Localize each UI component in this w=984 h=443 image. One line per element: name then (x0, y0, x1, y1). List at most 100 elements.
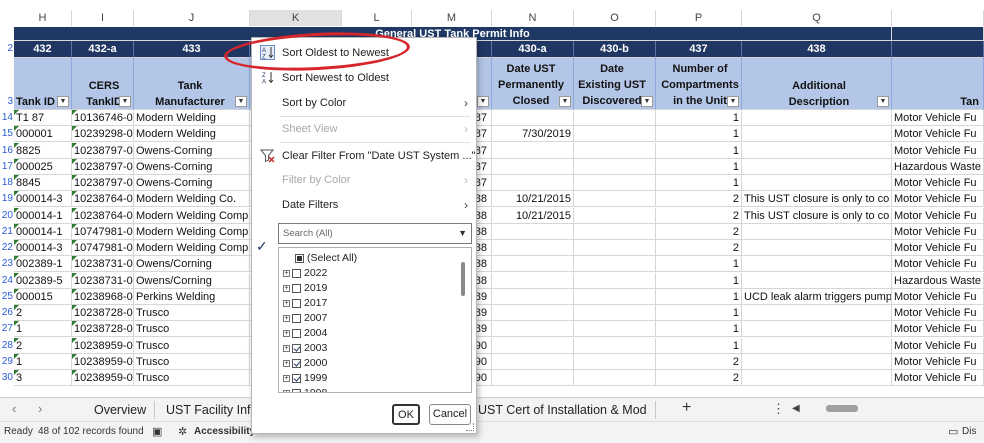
table-cell-use[interactable]: Motor Vehicle Fu (892, 240, 984, 256)
checkbox[interactable] (292, 313, 301, 323)
filter-list-item[interactable]: +2004 (283, 326, 327, 341)
cancel-button[interactable]: Cancel (429, 404, 471, 425)
expand-icon[interactable]: + (283, 284, 290, 292)
table-cell-closed[interactable] (492, 305, 574, 321)
filter-value-list[interactable]: (Select All) +2022 +2019 +2017 +2007 +2004 +20… (278, 247, 472, 393)
column-header-l[interactable]: L (342, 10, 412, 26)
table-cell-cers[interactable]: 10238959-0 (72, 353, 134, 370)
table-cell-tank-id[interactable]: 1 (14, 321, 72, 338)
table-cell-use[interactable]: Motor Vehicle Fu (892, 321, 984, 338)
filter-list-item[interactable]: +1998 (283, 386, 327, 392)
table-cell-comp[interactable]: 1 (656, 305, 742, 321)
more-options-icon[interactable]: ⋮ (772, 401, 785, 417)
checkbox[interactable] (292, 283, 301, 293)
table-cell-cers[interactable]: 10238764-0 (72, 207, 134, 224)
table-cell-closed[interactable] (492, 240, 574, 256)
table-cell-mfr[interactable]: Modern Welding (134, 126, 250, 143)
expand-icon[interactable]: + (283, 329, 290, 337)
tab-ust-cert-installation[interactable]: UST Cert of Installation & Mod (470, 401, 656, 419)
table-cell-existing[interactable] (574, 288, 656, 305)
column-header-j[interactable]: J (134, 10, 250, 26)
expand-icon[interactable]: + (283, 269, 290, 277)
table-cell-closed[interactable] (492, 370, 574, 386)
filter-dropdown-button[interactable]: ▼ (877, 96, 889, 107)
column-header-r[interactable] (892, 10, 984, 26)
table-cell-tank-id[interactable]: 8845 (14, 175, 72, 191)
table-cell-mfr[interactable]: Trusco (134, 353, 250, 370)
table-cell-closed[interactable] (492, 272, 574, 289)
table-cell-closed[interactable] (492, 110, 574, 126)
checkbox[interactable] (292, 388, 301, 392)
status-accessibility[interactable]: Accessibility: (194, 426, 258, 437)
table-cell-comp[interactable]: 1 (656, 110, 742, 126)
column-header-m[interactable]: M (412, 10, 492, 26)
table-cell-comp[interactable]: 1 (656, 321, 742, 338)
table-cell-comp[interactable]: 2 (656, 353, 742, 370)
table-cell-closed[interactable] (492, 175, 574, 191)
filter-list-item[interactable]: +2017 (283, 296, 327, 311)
table-cell-use[interactable]: Motor Vehicle Fu (892, 110, 984, 126)
table-cell-comp[interactable]: 2 (656, 223, 742, 240)
status-display[interactable]: Dis (962, 426, 976, 437)
checkbox[interactable] (292, 358, 301, 368)
table-cell-existing[interactable] (574, 223, 656, 240)
table-cell-use[interactable]: Motor Vehicle Fu (892, 207, 984, 224)
column-header-o[interactable]: O (574, 10, 656, 26)
table-cell-mfr[interactable]: Owens-Corning (134, 175, 250, 191)
table-cell-existing[interactable] (574, 142, 656, 159)
filter-list-item[interactable]: +2003 (283, 341, 327, 356)
filter-list-item[interactable]: +1999 (283, 371, 327, 386)
table-cell-mfr[interactable]: Perkins Welding (134, 288, 250, 305)
row-number[interactable]: 16 (0, 142, 14, 159)
table-cell-comp[interactable]: 1 (656, 272, 742, 289)
table-cell-closed[interactable] (492, 142, 574, 159)
table-cell-use[interactable]: Motor Vehicle Fu (892, 305, 984, 321)
table-cell-tank-id[interactable]: 000001 (14, 126, 72, 143)
table-cell-closed[interactable]: 10/21/2015 (492, 207, 574, 224)
filter-dropdown-button[interactable]: ▼ (641, 96, 653, 107)
column-header-k[interactable]: K (250, 10, 342, 26)
table-cell-desc[interactable] (742, 337, 892, 354)
table-cell-use[interactable]: Motor Vehicle Fu (892, 126, 984, 143)
display-settings-icon[interactable]: ▭ (948, 425, 958, 438)
expand-icon[interactable]: + (283, 389, 290, 392)
row-number[interactable]: 23 (0, 256, 14, 273)
filter-list-item[interactable]: +2019 (283, 281, 327, 296)
table-cell-existing[interactable] (574, 175, 656, 191)
table-cell-desc[interactable]: This UST closure is only to co (742, 207, 892, 224)
filter-dropdown-button[interactable]: ▼ (559, 96, 571, 107)
table-cell-desc[interactable]: UCD leak alarm triggers pump (742, 288, 892, 305)
checkbox[interactable] (292, 343, 301, 353)
expand-icon[interactable]: + (283, 374, 290, 382)
filter-dropdown-button[interactable]: ▼ (727, 96, 739, 107)
table-cell-use[interactable]: Motor Vehicle Fu (892, 191, 984, 208)
table-cell-desc[interactable] (742, 305, 892, 321)
date-filters[interactable]: Date Filters › (252, 194, 476, 216)
table-cell-comp[interactable]: 2 (656, 240, 742, 256)
table-cell-use[interactable]: Motor Vehicle Fu (892, 142, 984, 159)
checkbox[interactable] (295, 253, 304, 263)
tab-overview[interactable]: Overview (86, 401, 156, 419)
filter-dropdown-button[interactable]: ▼ (235, 96, 247, 107)
table-cell-cers[interactable]: 10238797-0 (72, 175, 134, 191)
table-cell-existing[interactable] (574, 207, 656, 224)
filter-dropdown-button[interactable]: ▼ (119, 96, 131, 107)
table-cell-existing[interactable] (574, 370, 656, 386)
expand-icon[interactable]: + (283, 299, 290, 307)
table-cell-tank-id[interactable]: 000014-1 (14, 207, 72, 224)
table-cell-cers[interactable]: 10238728-0 (72, 305, 134, 321)
table-cell-existing[interactable] (574, 321, 656, 338)
expand-icon[interactable]: + (283, 314, 290, 322)
table-cell-existing[interactable] (574, 337, 656, 354)
table-cell-existing[interactable] (574, 191, 656, 208)
table-cell-use[interactable]: Motor Vehicle Fu (892, 175, 984, 191)
table-cell-desc[interactable] (742, 110, 892, 126)
row-number[interactable]: 20 (0, 207, 14, 224)
table-cell-closed[interactable] (492, 288, 574, 305)
row-number[interactable]: 21 (0, 223, 14, 240)
table-cell-desc[interactable] (742, 370, 892, 386)
table-cell-closed[interactable] (492, 256, 574, 273)
table-cell-desc[interactable] (742, 158, 892, 175)
search-dropdown-icon[interactable]: ▼ (458, 224, 467, 243)
table-cell-mfr[interactable]: Modern Welding Comp (134, 223, 250, 240)
